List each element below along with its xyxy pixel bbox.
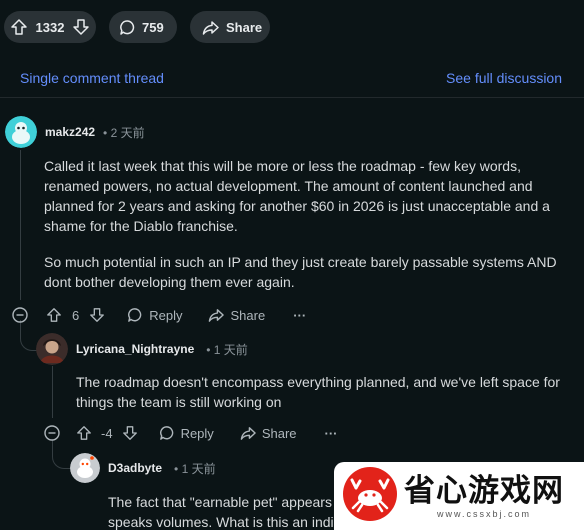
downvote-icon[interactable] <box>122 425 138 441</box>
comment-actions: -4 Reply Share ··· <box>43 424 581 442</box>
avatar[interactable] <box>70 453 100 483</box>
share-icon <box>208 307 225 323</box>
share-button[interactable]: Share <box>208 307 265 323</box>
vote-group: -4 <box>76 425 138 441</box>
single-comment-thread-link[interactable]: Single comment thread <box>20 70 164 86</box>
comment-thread-page: 1332 759 Share Single comment thread See… <box>0 0 584 530</box>
upvote-icon[interactable] <box>10 18 28 36</box>
upvote-icon[interactable] <box>76 425 92 441</box>
watermark-url: www.cssxbj.com <box>436 509 531 519</box>
reply-label: Reply <box>180 425 214 441</box>
comment-body: The roadmap doesn't encompass everything… <box>76 372 581 412</box>
site-watermark: 省心游戏网 www.cssxbj.com <box>334 462 584 530</box>
comment: Lyricana_Nightrayne • 1 天前 The roadmap d… <box>36 333 581 442</box>
username[interactable]: D3adbyte <box>108 461 162 475</box>
vote-group: 6 <box>46 307 105 323</box>
reply-button[interactable]: Reply <box>159 425 214 441</box>
downvote-icon[interactable] <box>89 307 105 323</box>
vote-count: 1332 <box>35 19 65 35</box>
thread-connector <box>20 320 37 351</box>
comment-body: Called it last week that this will be mo… <box>44 156 574 292</box>
comment-time: • 1 天前 <box>174 461 216 476</box>
share-button[interactable]: Share <box>240 425 297 441</box>
collapse-icon[interactable] <box>11 306 29 324</box>
collapse-icon[interactable] <box>43 424 61 442</box>
post-action-bar: 1332 759 Share <box>4 11 270 43</box>
share-label: Share <box>230 307 266 323</box>
vote-pill: 1332 <box>4 11 96 43</box>
username[interactable]: makz242 <box>45 125 95 139</box>
thread-navigation: Single comment thread See full discussio… <box>20 70 562 86</box>
comment-time: • 1 天前 <box>206 342 248 357</box>
comment-score: 6 <box>72 307 80 323</box>
more-options-button[interactable]: ··· <box>293 308 306 323</box>
comment-actions: 6 Reply Share ··· <box>11 306 580 324</box>
thread-connector <box>52 440 71 469</box>
comment-paragraph: So much potential in such an IP and they… <box>44 254 557 290</box>
avatar[interactable] <box>5 116 37 148</box>
downvote-icon[interactable] <box>72 18 90 36</box>
comment-time: • 2 天前 <box>103 125 145 140</box>
share-label: Share <box>261 425 297 441</box>
comment-bubble-icon <box>127 307 143 323</box>
comment-score: -4 <box>101 425 113 441</box>
comment: makz242 • 2 天前 Called it last week that … <box>5 116 580 324</box>
crab-logo-icon <box>342 466 398 527</box>
watermark-name: 省心游戏网 <box>404 473 564 509</box>
comments-button[interactable]: 759 <box>109 11 177 43</box>
comment-paragraph: The roadmap doesn't encompass everything… <box>76 374 560 410</box>
watermark-text: 省心游戏网 www.cssxbj.com <box>404 473 564 519</box>
comment-count: 759 <box>142 19 164 35</box>
username[interactable]: Lyricana_Nightrayne <box>76 342 194 356</box>
comment-author-row: Lyricana_Nightrayne • 1 天前 <box>36 333 581 365</box>
share-icon <box>240 425 256 441</box>
avatar[interactable] <box>36 333 68 365</box>
reply-button[interactable]: Reply <box>127 307 182 323</box>
share-button[interactable]: Share <box>190 11 270 43</box>
divider <box>0 97 584 98</box>
upvote-icon[interactable] <box>46 307 62 323</box>
share-icon <box>202 19 219 36</box>
reply-label: Reply <box>149 307 183 323</box>
share-label: Share <box>226 19 263 35</box>
see-full-discussion-link[interactable]: See full discussion <box>446 70 562 86</box>
more-options-button[interactable]: ··· <box>325 426 338 441</box>
comment-bubble-icon <box>119 19 136 36</box>
comment-paragraph: Called it last week that this will be mo… <box>44 158 550 234</box>
comment-author-row: makz242 • 2 天前 <box>5 116 580 148</box>
comment-bubble-icon <box>159 425 175 441</box>
